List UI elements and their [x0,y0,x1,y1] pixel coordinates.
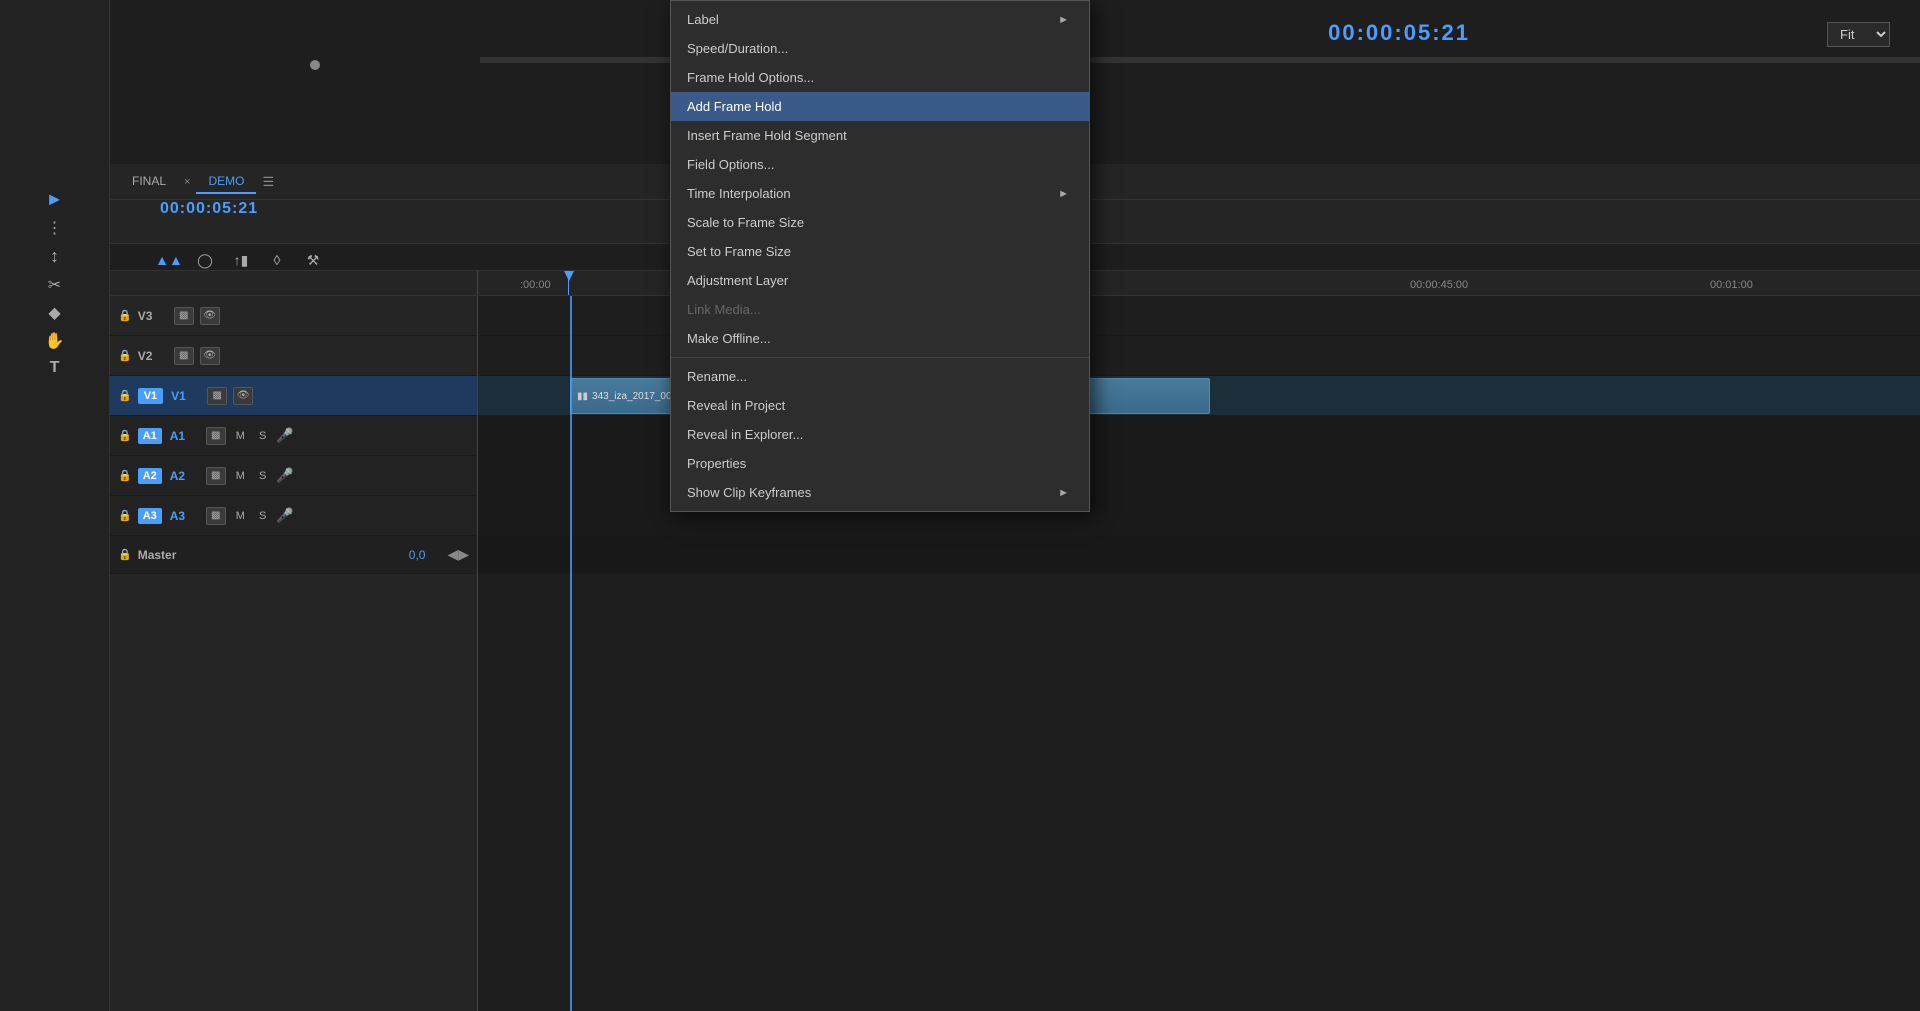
master-transport-icon[interactable]: ◀▶ [447,546,469,563]
v1-label: V1 [171,389,201,403]
track-label-a1: 🔒 A1 A1 ▩ M S 🎤 [110,416,477,456]
program-timecode: 00:00:05:21 [1328,20,1470,46]
master-label: Master [138,548,403,562]
a1-target-indicator: A1 [138,428,162,444]
master-lock-icon[interactable]: 🔒 [118,548,132,561]
a1-m-label: M [232,430,249,442]
menu-arrow-show-clip-keyframes: ► [1058,487,1069,499]
menu-item-field-options[interactable]: Field Options... [671,150,1089,179]
clip-icon: ▮▮ [577,391,588,402]
razor-tool[interactable]: ✂ [35,275,75,295]
tab-final[interactable]: FINAL [120,170,178,194]
a3-target-indicator: A3 [138,508,162,524]
track-labels-panel: 🔒 V3 ▩ 👁 🔒 V2 ▩ 👁 🔒 V1 V1 ▩ 👁 🔒 A1 A1 ▩ … [110,296,478,1011]
tab-menu-icon[interactable]: ☰ [262,174,274,190]
a3-s-label: S [255,510,270,522]
v1-eye-btn[interactable]: 👁 [233,387,253,405]
v3-eye-btn[interactable]: 👁 [200,307,220,325]
context-menu: Label ► Speed/Duration... Frame Hold Opt… [670,0,1090,512]
v1-expand-btn[interactable]: ▩ [207,387,227,405]
clip-track-master [478,536,1920,574]
tab-demo-close[interactable]: × [184,176,190,188]
a3-expand-btn[interactable]: ▩ [206,507,226,525]
v2-lock-icon[interactable]: 🔒 [118,349,132,362]
sequence-timecode: 00:00:05:21 [160,200,258,218]
menu-item-label[interactable]: Label ► [671,5,1089,34]
a2-label: A2 [170,469,200,483]
tab-demo[interactable]: DEMO [196,170,256,194]
v1-target-indicator: V1 [138,388,163,404]
menu-arrow-label: ► [1058,14,1069,26]
type-tool[interactable]: T [35,359,75,377]
v3-label: V3 [138,309,168,323]
track-label-v2: 🔒 V2 ▩ 👁 [110,336,477,376]
a3-lock-icon[interactable]: 🔒 [118,509,132,522]
a1-s-label: S [255,430,270,442]
clip-area-playhead [570,296,572,1011]
track-label-v1: 🔒 V1 V1 ▩ 👁 [110,376,477,416]
track-label-a3: 🔒 A3 A3 ▩ M S 🎤 [110,496,477,536]
menu-item-scale-to-frame-size[interactable]: Scale to Frame Size [671,208,1089,237]
a1-label: A1 [170,429,200,443]
v3-expand-btn[interactable]: ▩ [174,307,194,325]
eraser-tool[interactable]: ◆ [35,303,75,323]
v2-eye-btn[interactable]: 👁 [200,347,220,365]
tool-panel: ► ⋮ ↕ ✂ ◆ ✋ T [0,0,110,1011]
v3-lock-icon[interactable]: 🔒 [118,309,132,322]
ruler-time-0: :00:00 [520,279,551,291]
menu-arrow-time-interpolation: ► [1058,188,1069,200]
menu-item-reveal-in-project[interactable]: Reveal in Project [671,391,1089,420]
fit-dropdown[interactable]: Fit [1827,22,1890,47]
ruler-time-3: 00:01:00 [1710,279,1753,291]
a1-lock-icon[interactable]: 🔒 [118,429,132,442]
hand-tool[interactable]: ✋ [35,331,75,351]
v2-label: V2 [138,349,168,363]
a3-m-label: M [232,510,249,522]
ripple-edit-tool[interactable]: ↕ [35,246,75,267]
track-select-tool[interactable]: ⋮ [35,218,75,238]
track-label-master: 🔒 Master 0,0 ◀▶ [110,536,477,574]
menu-item-show-clip-keyframes[interactable]: Show Clip Keyframes ► [671,478,1089,507]
menu-item-rename[interactable]: Rename... [671,362,1089,391]
menu-item-adjustment-layer[interactable]: Adjustment Layer [671,266,1089,295]
menu-item-speed-duration[interactable]: Speed/Duration... [671,34,1089,63]
a1-mic-icon: 🎤 [276,427,293,444]
menu-item-link-media: Link Media... [671,295,1089,324]
a2-lock-icon[interactable]: 🔒 [118,469,132,482]
track-label-v3: 🔒 V3 ▩ 👁 [110,296,477,336]
a2-s-label: S [255,470,270,482]
a3-mic-icon: 🎤 [276,507,293,524]
a2-expand-btn[interactable]: ▩ [206,467,226,485]
menu-item-reveal-in-explorer[interactable]: Reveal in Explorer... [671,420,1089,449]
a2-m-label: M [232,470,249,482]
a1-expand-btn[interactable]: ▩ [206,427,226,445]
menu-item-set-to-frame-size[interactable]: Set to Frame Size [671,237,1089,266]
menu-separator [671,357,1089,358]
menu-item-insert-frame-hold-segment[interactable]: Insert Frame Hold Segment [671,121,1089,150]
a2-target-indicator: A2 [138,468,162,484]
v2-expand-btn[interactable]: ▩ [174,347,194,365]
menu-item-properties[interactable]: Properties [671,449,1089,478]
master-value: 0,0 [409,548,426,562]
v1-lock-icon[interactable]: 🔒 [118,389,132,402]
menu-item-frame-hold-options[interactable]: Frame Hold Options... [671,63,1089,92]
menu-item-add-frame-hold[interactable]: Add Frame Hold [671,92,1089,121]
a3-label: A3 [170,509,200,523]
selection-tool[interactable]: ► [35,189,75,210]
menu-item-make-offline[interactable]: Make Offline... [671,324,1089,353]
a2-mic-icon: 🎤 [276,467,293,484]
track-label-a2: 🔒 A2 A2 ▩ M S 🎤 [110,456,477,496]
menu-item-time-interpolation[interactable]: Time Interpolation ► [671,179,1089,208]
ruler-time-2: 00:00:45:00 [1410,279,1468,291]
